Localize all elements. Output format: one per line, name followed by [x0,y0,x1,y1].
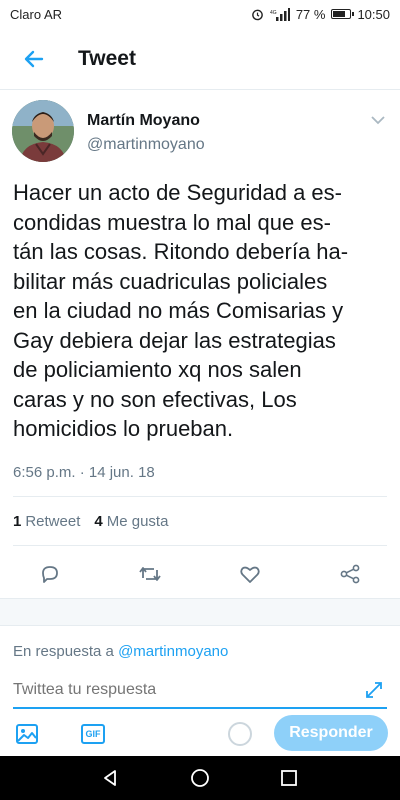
in-reply-to-prefix: En respuesta a [13,643,114,660]
battery-icon [331,9,355,19]
tweet-text-line: de policiamiento xq nos salen [13,357,302,382]
tweet-text-line: tán las cosas. Ritondo debería ha- [13,239,349,264]
share-icon [340,564,360,584]
back-button[interactable] [12,37,56,81]
status-bar: Claro AR 4G 77 % 10:50 [0,0,400,28]
like-icon [240,566,260,583]
reply-input[interactable] [13,678,353,702]
carrier-label: Claro AR [10,6,63,22]
share-button[interactable] [336,560,364,588]
author-handle[interactable]: @martinmoyano [87,136,205,154]
retweets-stat[interactable]: 1 Retweet [13,513,80,530]
likes-count: 4 [94,513,103,530]
reply-input-underline [13,707,387,709]
reply-submit-button[interactable]: Responder [274,715,388,751]
divider [13,545,387,546]
section-separator [0,598,400,626]
reply-icon [42,566,58,583]
image-icon [16,724,38,744]
tweet-timestamp: 6:56 p.m. · 14 jun. 18 [13,464,155,481]
tweet-text-line: en la ciudad no más Comisarias y [13,298,344,323]
add-photo-button[interactable] [14,721,40,747]
nav-recents-button[interactable] [275,764,303,792]
add-gif-button[interactable]: GIF [80,721,106,747]
likes-label: Me gusta [106,513,169,530]
composer-toolbar: GIF Responder [0,712,400,754]
nav-recents-icon [281,770,297,786]
retweet-button[interactable] [136,560,164,588]
reply-button[interactable] [36,560,64,588]
clock: 10:50 [357,6,390,22]
gif-icon: GIF [81,724,105,744]
retweets-count: 1 [13,513,22,530]
avatar-photo [12,100,74,162]
app-header: Tweet [0,28,400,90]
divider [13,496,387,497]
status-icons: 4G 77 % 10:50 [251,7,390,22]
alarm-icon [251,9,263,20]
tweet-text-line: bilitar más cuadriculas policiales [13,268,328,294]
avatar[interactable] [12,100,74,162]
battery-percent: 77 % [295,6,326,22]
retweets-label: Retweet [25,513,81,530]
tweet-actions [0,556,400,592]
character-counter [228,722,252,746]
tweet-text-line: caras y no son efectivas, Los [13,386,297,412]
arrow-left-icon [24,50,44,67]
tweet-text-line: condidas muestra lo mal que es- [13,209,331,235]
nav-home-button[interactable] [186,764,214,792]
tweet-text-line: homicidios lo prueban. [13,416,234,441]
tweet-stats: 1 Retweet 4 Me gusta [13,513,168,530]
nav-home-icon [191,769,209,787]
in-reply-to-handle[interactable]: @martinmoyano [118,643,228,660]
nav-back-icon [104,770,116,786]
expand-icon [366,682,382,698]
like-button[interactable] [236,560,264,588]
nav-back-button[interactable] [96,764,124,792]
tweet-text: Hacer un acto de Seguridad a es- condida… [13,178,393,444]
expand-composer-button[interactable] [362,678,386,702]
in-reply-to: En respuesta a @martinmoyano [13,643,228,660]
likes-stat[interactable]: 4 Me gusta [94,513,168,530]
svg-text:4G: 4G [270,10,277,16]
chevron-down-icon [371,116,385,125]
tweet-text-line: Hacer un acto de Seguridad a es- [13,180,342,205]
author-name[interactable]: Martín Moyano [87,112,200,130]
battery-fill [333,11,345,17]
tweet-text-line: Gay debiera dejar las estrategias [13,327,336,353]
system-nav-bar [0,756,400,800]
tweet-options-button[interactable] [368,110,388,130]
page-title: Tweet [78,46,136,70]
retweet-icon [139,567,161,581]
tweet-author: Martín Moyano @martinmoyano [0,100,400,166]
signal-icon: 4G [270,7,290,21]
